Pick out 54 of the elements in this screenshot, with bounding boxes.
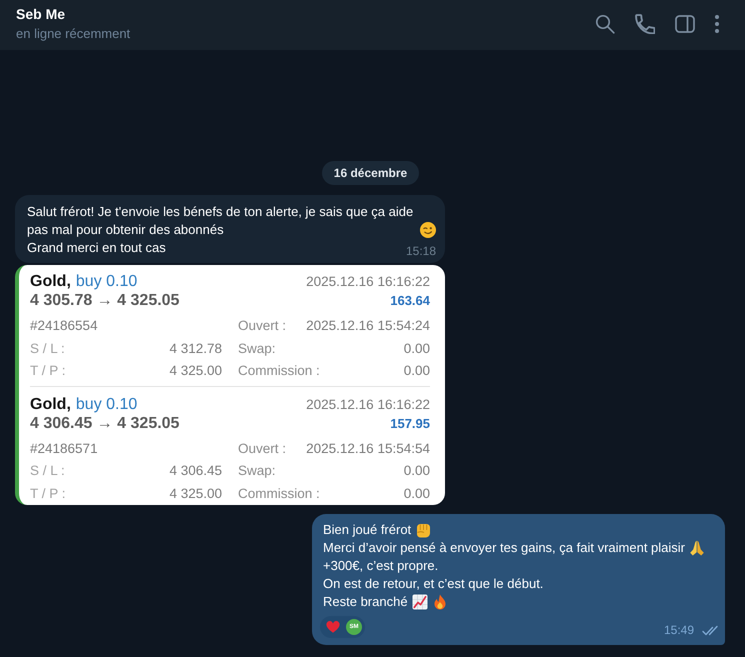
order-text: buy 0.10 [76,272,138,291]
order-text: buy 0.10 [76,394,138,414]
field-value: 2025.12.16 15:54:54 [306,440,430,458]
field-value: 2025.12.16 15:54:24 [306,317,430,336]
date-badge: 16 décembre [322,161,420,185]
fist-icon [415,522,432,538]
search-icon[interactable] [595,14,615,34]
field-label: Commission : [238,362,320,380]
field-label: Commission : [238,484,320,503]
message-text: Merci d’avoir pensé à envoyer tes gains, ça fait vraiment plaisir [323,539,685,557]
folded-hands-icon [689,540,705,556]
field-value: 4 306.45 [169,462,222,480]
field-value: 4 325.00 [169,484,222,503]
message-text: Reste branché [323,593,408,611]
more-icon[interactable] [715,15,719,33]
field-label: T / P : [30,484,66,503]
field-value: 0.00 [404,362,430,380]
symbol-text: Gold, [30,394,71,414]
chat-title: Seb Me [16,5,66,23]
price-text: 4 306.45 → 4 325.05 [30,414,180,432]
close-time-text: 2025.12.16 16:16:22 [306,273,430,291]
heart-icon [326,620,340,634]
status-text: en ligne récemment [16,25,130,43]
message-text: Bien joué frérot [323,521,412,539]
field-value: 0.00 [404,462,430,480]
message-text: On est de retour, et c’est que le début. [323,575,544,593]
field-label: Ouvert : [238,317,286,336]
profit-text: 163.64 [390,292,430,310]
field-value: 0.00 [404,484,430,503]
message-text: +300€, c’est propre. [323,557,438,575]
phone-icon[interactable] [635,14,655,34]
fire-icon [432,594,448,610]
chart-increasing-icon [412,594,428,610]
close-time-text: 2025.12.16 16:16:22 [306,396,430,414]
field-value: 0.00 [404,340,430,358]
message-text: Grand merci en tout cas [27,239,166,257]
message-time: 15:49 [664,623,694,637]
field-label: T / P : [30,362,66,380]
message-time: 15:18 [406,244,436,258]
field-label: S / L : [30,340,65,358]
sidebar-icon[interactable] [675,15,695,33]
field-label: Swap: [238,340,276,358]
field-value: 4 325.00 [169,362,222,380]
ticket-text: #24186554 [30,317,98,336]
message-text: Salut frérot! Je t'envoie les bénefs de ton alerte, je sais que ça aide pas mal pour obtenir des abonnés [27,203,414,239]
price-text: 4 305.78 → 4 325.05 [30,291,180,310]
field-label: S / L : [30,462,65,480]
field-label: Swap: [238,462,276,480]
field-value: 4 312.78 [169,340,222,358]
winking-face-icon [420,222,436,238]
ticket-text: #24186571 [30,440,98,458]
symbol-text: Gold, [30,272,71,291]
field-label: Ouvert : [238,440,286,458]
profit-text: 157.95 [390,414,430,432]
